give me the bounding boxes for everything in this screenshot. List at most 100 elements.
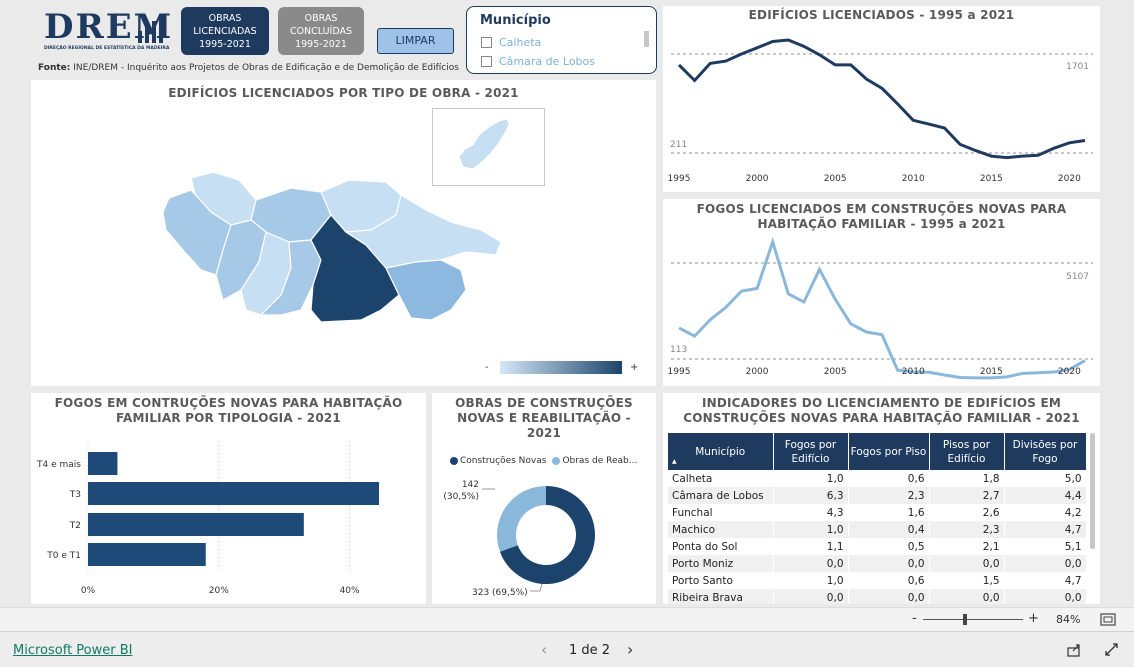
table-row[interactable]: Ponta do Sol 1,1 0,5 2,1 5,1	[668, 538, 1087, 555]
line1-ref-max-label: 1701	[1066, 62, 1089, 72]
value-cell: 2,3	[848, 487, 930, 504]
indicadores-card: INDICADORES DO LICENCIAMENTO DE EDIFÍCIO…	[663, 393, 1100, 604]
municipio-cell: Machico	[668, 521, 774, 538]
obras-concluidas-line3: 1995-2021	[295, 39, 347, 50]
x-tick-label: 2000	[746, 367, 769, 377]
column-header[interactable]: Divisões por Fogo	[1004, 433, 1087, 470]
value-cell: 4,7	[1004, 521, 1087, 538]
x-tick-label: 2005	[824, 367, 847, 377]
table-row[interactable]: Câmara de Lobos 6,3 2,3 2,7 4,4	[668, 487, 1087, 504]
table-container: Município ▲ Fogos por Edifício Fogos por…	[668, 433, 1087, 604]
bar-1[interactable]	[88, 482, 380, 505]
logo-bars-icon	[138, 16, 163, 43]
slicer-item-calheta[interactable]: Calheta	[481, 34, 541, 50]
obras-concluidas-line2: CONCLUÍDAS	[289, 26, 353, 37]
value-cell: 4,4	[1004, 487, 1087, 504]
municipio-cell: Funchal	[668, 504, 774, 521]
value-cell: 5,1	[1004, 538, 1087, 555]
fit-to-page-icon[interactable]	[1100, 613, 1116, 626]
table-row[interactable]: Machico 1,0 0,4 2,3 4,7	[668, 521, 1087, 538]
share-icon[interactable]	[1067, 643, 1082, 657]
edificios-licenciados-card: EDIFÍCIOS LICENCIADOS - 1995 a 2021 1701…	[663, 6, 1100, 192]
map-legend-min: -	[485, 362, 489, 373]
madeira-map	[162, 171, 502, 323]
obras-licenciadas-button[interactable]: OBRAS LICENCIADAS 1995-2021	[181, 7, 269, 55]
obras-donut-card: OBRAS DE CONSTRUÇÕES NOVAS E REABILITAÇÃ…	[432, 393, 656, 604]
limpar-button[interactable]: LIMPAR	[377, 28, 454, 54]
slicer-scrollbar[interactable]	[644, 31, 649, 47]
next-page-icon[interactable]: ›	[627, 640, 633, 659]
value-cell: 0,0	[1004, 555, 1087, 572]
value-cell: 2,1	[929, 538, 1005, 555]
bar-2[interactable]	[88, 513, 304, 536]
source-note: Fonte: INE/DREM - Inquérito aos Projetos…	[38, 63, 459, 73]
municipio-slicer[interactable]: Município Calheta Câmara de Lobos	[466, 6, 657, 74]
source-label: Fonte:	[38, 63, 71, 73]
value-cell: 1,5	[929, 572, 1005, 589]
donut-small-label-1: 142	[462, 480, 479, 490]
map-card: EDIFÍCIOS LICENCIADOS POR TIPO DE OBRA -…	[31, 80, 656, 386]
zoom-slider[interactable]	[923, 614, 1023, 625]
value-cell: 5,0	[1004, 470, 1087, 487]
zoom-in-button[interactable]: +	[1028, 611, 1039, 626]
line2-chart: 5107 113 1995 2000 2005 2010 2015 2020	[668, 236, 1093, 380]
column-header[interactable]: Fogos por Piso	[848, 433, 930, 470]
table-row[interactable]: Porto Santo 1,0 0,6 1,5 4,7	[668, 572, 1087, 589]
table-title-2: CONSTRUÇÕES NOVAS PARA HABITAÇÃO FAMILIA…	[683, 411, 1080, 425]
powerbi-link[interactable]: Microsoft Power BI	[13, 643, 132, 658]
table-row[interactable]: Funchal 4,3 1,6 2,6 4,2	[668, 504, 1087, 521]
previous-page-icon[interactable]: ‹	[541, 640, 547, 659]
x-tick-label: 2020	[1058, 367, 1081, 377]
table-scrollbar[interactable]	[1090, 433, 1095, 549]
value-cell: 4,3	[773, 504, 849, 521]
bar-3[interactable]	[88, 543, 206, 566]
line1-chart: 1701 211 1995 2000 2005 2010 2015 2020	[668, 38, 1093, 184]
donut-leader-2	[530, 583, 543, 592]
column-header[interactable]: Pisos por Edifício	[929, 433, 1005, 470]
value-cell: 0,0	[1004, 589, 1087, 604]
line1-series	[677, 38, 1086, 160]
column-header[interactable]: Município ▲	[668, 433, 774, 470]
value-cell: 0,6	[848, 470, 930, 487]
table-body: Calheta 1,0 0,6 1,8 5,0 Câmara de Lobos 6,3 2,3…	[668, 470, 1087, 604]
category-label: T3	[69, 490, 81, 500]
column-header[interactable]: Fogos por Edifício	[773, 433, 849, 470]
value-cell: 0,0	[773, 555, 849, 572]
category-label: T2	[69, 521, 81, 531]
powerbi-footer: Microsoft Power BI ‹ 1 de 2 ›	[0, 631, 1134, 667]
obras-licenciadas-line3: 1995-2021	[199, 39, 251, 50]
map-title: EDIFÍCIOS LICENCIADOS POR TIPO DE OBRA -…	[168, 86, 519, 100]
drem-logo: DREM DIREÇÃO REGIONAL DE ESTATÍSTICA DA …	[44, 9, 171, 57]
checkbox-icon[interactable]	[481, 55, 492, 67]
value-cell: 1,0	[773, 572, 849, 589]
page-indicator: 1 de 2	[569, 643, 611, 658]
x-tick-label: 2020	[1058, 174, 1081, 184]
fogos-licenciados-card: FOGOS LICENCIADOS EM CONSTRUÇÕES NOVAS P…	[663, 199, 1100, 386]
zoom-out-button[interactable]: -	[912, 611, 917, 626]
value-cell: 2,6	[929, 504, 1005, 521]
value-cell: 2,7	[929, 487, 1005, 504]
porto-santo-region	[458, 118, 510, 170]
value-cell: 0,0	[848, 589, 930, 604]
table-row[interactable]: Calheta 1,0 0,6 1,8 5,0	[668, 470, 1087, 487]
sort-asc-icon[interactable]: ▲	[672, 455, 677, 469]
category-label: T4 e mais	[36, 460, 81, 470]
bar-0[interactable]	[88, 452, 118, 475]
municipio-cell: Câmara de Lobos	[668, 487, 774, 504]
indicadores-table: Município ▲ Fogos por Edifício Fogos por…	[668, 433, 1087, 604]
value-cell: 0,0	[929, 555, 1005, 572]
table-row[interactable]: Ribeira Brava 0,0 0,0 0,0 0,0	[668, 589, 1087, 604]
value-cell: 1,8	[929, 470, 1005, 487]
obras-concluidas-button[interactable]: OBRAS CONCLUÍDAS 1995-2021	[278, 7, 364, 55]
checkbox-icon[interactable]	[481, 36, 492, 48]
x-tick-label: 1995	[668, 367, 691, 377]
column-header-label: Município	[695, 445, 746, 458]
donut-slice-1[interactable]	[497, 486, 546, 552]
drem-logo-subtitle: DIREÇÃO REGIONAL DE ESTATÍSTICA DA MADEI…	[44, 46, 170, 51]
zoom-slider-thumb[interactable]	[963, 614, 967, 625]
region-santa-cruz	[385, 259, 467, 321]
fullscreen-icon[interactable]	[1104, 643, 1119, 657]
value-cell: 1,0	[773, 521, 849, 538]
table-row[interactable]: Porto Moniz 0,0 0,0 0,0 0,0	[668, 555, 1087, 572]
slicer-item-camara-de-lobos[interactable]: Câmara de Lobos	[481, 53, 595, 69]
